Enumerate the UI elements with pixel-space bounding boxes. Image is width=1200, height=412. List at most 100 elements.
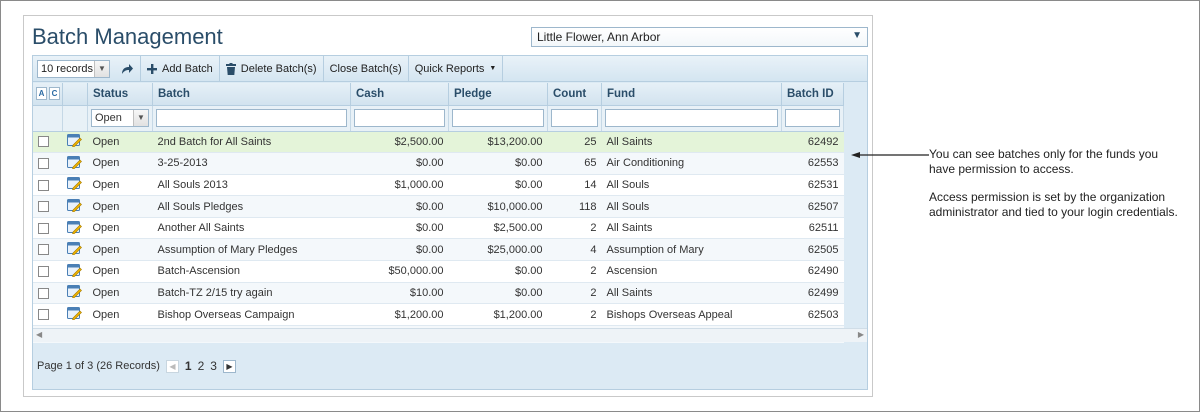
table-row[interactable]: Open Bishop Overseas Campaign $1,200.00 $1,…: [33, 303, 844, 326]
row-checkbox[interactable]: [38, 244, 49, 256]
page-link-1[interactable]: 1: [185, 359, 192, 373]
row-edit-cell: [62, 174, 88, 197]
table-row[interactable]: Open 3-25-2013 $0.00 $0.00 65 Air Conditionin…: [33, 152, 844, 175]
cell-batch-id: 62503: [781, 303, 844, 326]
cell-cash: $10.00: [350, 282, 449, 305]
cell-cash: $1,000.00: [350, 174, 449, 197]
toolbar-divider: [502, 55, 504, 82]
row-checkbox[interactable]: [38, 222, 49, 234]
table-row[interactable]: Open Another All Saints $0.00 $2,500.00 2 All…: [33, 217, 844, 240]
cell-batch: Another All Saints: [152, 217, 351, 240]
row-checkbox[interactable]: [38, 309, 49, 321]
cell-count: 4: [547, 238, 602, 262]
cell-count: 14: [547, 174, 602, 197]
quick-reports-menu[interactable]: Quick Reports ▼: [409, 56, 503, 82]
table-row[interactable]: Open All Souls Pledges $0.00 $10,000.00 118 A…: [33, 195, 844, 218]
cell-count: 65: [547, 152, 602, 175]
edit-batch-icon[interactable]: [66, 220, 82, 235]
batch-filter-input[interactable]: [156, 109, 347, 127]
edit-batch-icon[interactable]: [66, 306, 82, 321]
organization-select[interactable]: Little Flower, Ann Arbor ▼: [531, 27, 868, 47]
edit-batch-icon[interactable]: [66, 155, 82, 170]
header-edit-column: [62, 83, 88, 106]
add-batch-button[interactable]: Add Batch: [141, 56, 219, 82]
row-checkbox[interactable]: [38, 136, 49, 148]
fund-filter-input[interactable]: [605, 109, 778, 127]
edit-batch-icon[interactable]: [66, 133, 82, 148]
table-row[interactable]: Open Assumption of Mary Pledges $0.00 $25,0…: [33, 238, 844, 262]
grid-toolbar: 10 records ▼ Add Batch Delete Batch(s) C…: [33, 55, 867, 82]
count-filter-input[interactable]: [551, 109, 598, 127]
page-size-select[interactable]: 10 records ▼: [37, 59, 110, 78]
cell-cash: $0.00: [350, 152, 449, 175]
edit-batch-icon[interactable]: [66, 198, 82, 213]
cell-fund: All Saints: [601, 131, 782, 154]
table-row[interactable]: Open Batch-TZ 2/15 try again $10.00 $0.00 2 A…: [33, 282, 844, 305]
column-header-count[interactable]: Count: [547, 83, 602, 106]
header-row: A C Status Batch Cash Pledge Count Fund …: [33, 83, 844, 106]
header-select-column: A C: [33, 83, 63, 106]
ac-button-a[interactable]: A: [36, 87, 47, 101]
chevron-down-icon: ▼: [94, 60, 109, 77]
pledge-filter-input[interactable]: [452, 109, 544, 127]
batch-id-filter-input[interactable]: [785, 109, 840, 127]
cash-filter-input[interactable]: [354, 109, 445, 127]
status-filter-select[interactable]: Open ▼: [91, 109, 149, 127]
ac-button-c[interactable]: C: [49, 87, 60, 101]
cell-batch: Bishop Overseas Campaign: [152, 303, 351, 326]
cell-batch-id: 62507: [781, 195, 844, 218]
cell-status: Open: [87, 152, 153, 175]
cell-pledge: $25,000.00: [448, 238, 548, 262]
row-select-cell: [33, 282, 63, 305]
filter-cell-count: [547, 105, 602, 132]
scroll-left-icon[interactable]: ◀: [36, 330, 42, 339]
cell-batch: Batch-Ascension: [152, 260, 351, 283]
pager: Page 1 of 3 (26 Records) ◀ 1 2 3 ▶: [33, 343, 867, 389]
page-size-value: 10 records: [41, 62, 93, 75]
cell-batch-id: 62505: [781, 238, 844, 262]
cell-batch-id: 62499: [781, 282, 844, 305]
row-checkbox[interactable]: [38, 201, 49, 213]
cell-batch: 2nd Batch for All Saints: [152, 131, 351, 154]
delete-batch-label: Delete Batch(s): [240, 62, 317, 75]
row-checkbox[interactable]: [38, 265, 49, 277]
status-filter-value: Open: [95, 112, 122, 124]
table-row[interactable]: Open 2nd Batch for All Saints $2,500.00 $13…: [33, 131, 844, 154]
scroll-right-icon[interactable]: ▶: [858, 330, 864, 339]
previous-page-button[interactable]: ◀: [165, 359, 179, 373]
export-button[interactable]: [110, 56, 140, 82]
column-header-cash[interactable]: Cash: [350, 83, 449, 106]
cell-batch: All Souls Pledges: [152, 195, 351, 218]
edit-batch-icon[interactable]: [66, 284, 82, 299]
cell-pledge: $0.00: [448, 174, 548, 197]
row-edit-cell: [62, 303, 88, 326]
row-checkbox[interactable]: [38, 157, 49, 169]
cell-status: Open: [87, 282, 153, 305]
column-header-status[interactable]: Status: [87, 83, 153, 106]
edit-batch-icon[interactable]: [66, 176, 82, 191]
page-link-2[interactable]: 2: [198, 359, 205, 373]
edit-batch-icon[interactable]: [66, 263, 82, 278]
close-batch-button[interactable]: Close Batch(s): [324, 56, 408, 82]
page-title: Batch Management: [32, 24, 223, 49]
column-header-fund[interactable]: Fund: [601, 83, 782, 106]
table-row[interactable]: Open All Souls 2013 $1,000.00 $0.00 14 All So…: [33, 174, 844, 197]
row-edit-cell: [62, 131, 88, 154]
cell-pledge: $0.00: [448, 260, 548, 283]
column-header-batch[interactable]: Batch: [152, 83, 351, 106]
edit-batch-icon[interactable]: [66, 241, 82, 256]
cell-fund: All Saints: [601, 282, 782, 305]
column-header-pledge[interactable]: Pledge: [448, 83, 548, 106]
next-page-button[interactable]: ▶: [222, 359, 236, 373]
delete-batch-button[interactable]: Delete Batch(s): [220, 56, 323, 82]
row-checkbox[interactable]: [38, 287, 49, 299]
cell-fund: Air Conditioning: [601, 152, 782, 175]
column-header-batch-id[interactable]: Batch ID: [781, 83, 844, 106]
cell-count: 2: [547, 303, 602, 326]
table-row[interactable]: Open Batch-Ascension $50,000.00 $0.00 2 Ascen…: [33, 260, 844, 283]
row-checkbox[interactable]: [38, 179, 49, 191]
cell-batch-id: 62492: [781, 131, 844, 154]
page-link-3[interactable]: 3: [210, 359, 217, 373]
horizontal-scrollbar[interactable]: ◀ ▶: [33, 328, 867, 342]
cell-batch: All Souls 2013: [152, 174, 351, 197]
